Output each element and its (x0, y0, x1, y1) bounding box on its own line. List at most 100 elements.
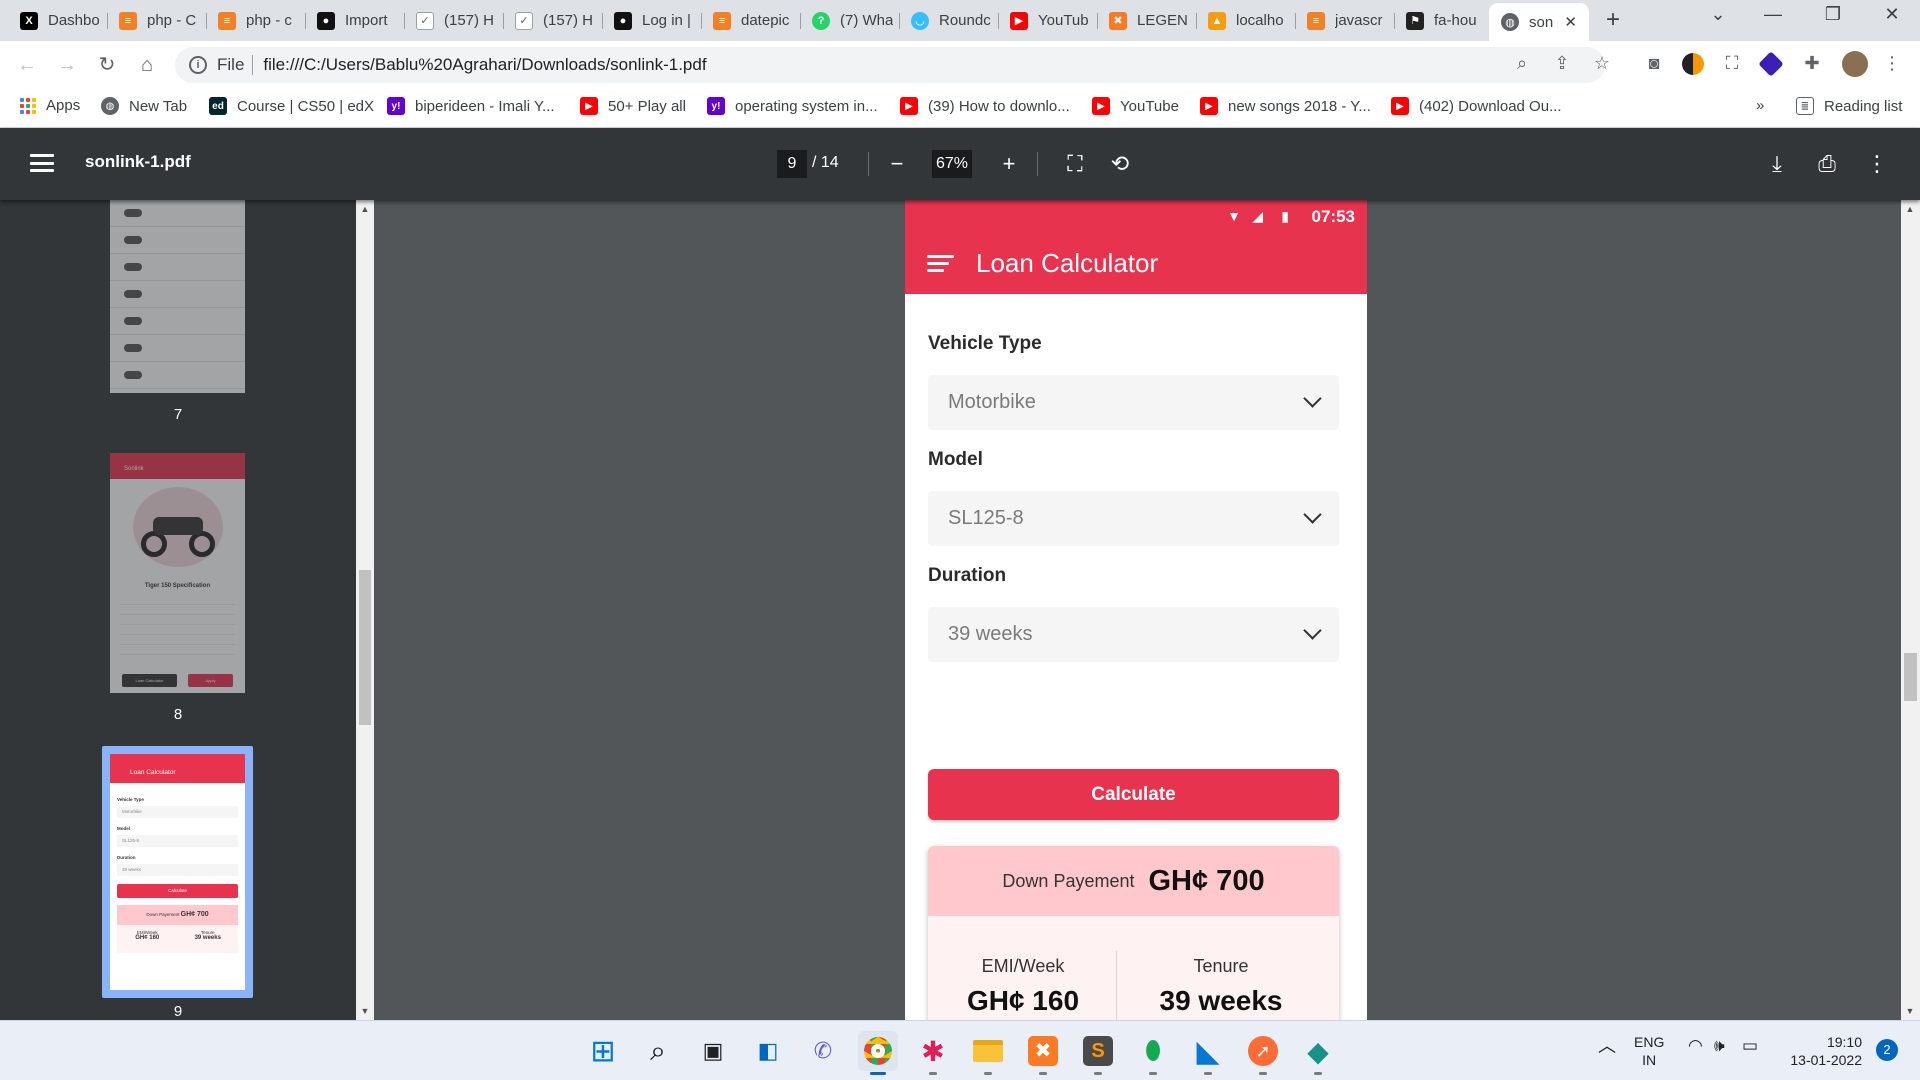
document-scrollbar[interactable]: ▲ ▼ (1901, 200, 1920, 1020)
browser-tab[interactable]: ◡ Roundc (899, 5, 998, 36)
browser-tab[interactable]: ≡ php - C (107, 5, 206, 36)
duration-value: 39 weeks (948, 623, 1033, 645)
sublime-text-icon[interactable]: S (1078, 1031, 1118, 1075)
bookmarks-overflow-button[interactable]: » (1756, 97, 1764, 114)
bookmark-item[interactable]: y! biperideen - Imali Y... (387, 97, 555, 115)
xampp-icon[interactable]: ✖ (1023, 1031, 1063, 1075)
tab-search-icon[interactable]: ⌄ (1698, 4, 1738, 25)
scrollbar-thumb[interactable] (1904, 653, 1917, 701)
extensions-puzzle-icon[interactable]: ✚ (1798, 49, 1826, 77)
gitkraken-icon[interactable]: ◆ (1298, 1031, 1338, 1075)
thumbnail-page-7[interactable] (110, 200, 245, 393)
chrome-icon[interactable] (858, 1031, 898, 1075)
duration-select[interactable]: 39 weeks (928, 607, 1339, 662)
print-icon[interactable]: ⎙ (1812, 150, 1842, 178)
bookmark-apps[interactable]: Apps (20, 97, 80, 114)
thumbnail-page-8[interactable]: Sonlink Tiger 150 Specification Loan Cal… (110, 453, 245, 693)
page-number-input[interactable]: 9 (777, 150, 807, 178)
notification-badge[interactable]: 2 (1876, 1039, 1898, 1061)
bookmark-item[interactable]: ed Course | CS50 | edX (209, 97, 374, 115)
home-icon[interactable]: ⌂ (132, 51, 162, 79)
browser-tab[interactable]: ≡ javascr (1295, 5, 1394, 36)
bookmark-item[interactable]: ▶ YouTube (1092, 97, 1179, 115)
teams-chat-icon[interactable]: ✆ (803, 1031, 843, 1071)
bookmark-item[interactable]: ◍ New Tab (101, 97, 187, 115)
zoom-out-icon[interactable]: − (882, 150, 912, 178)
calculate-button[interactable]: Calculate (928, 769, 1339, 820)
show-hidden-icons[interactable]: ︿ (1598, 1037, 1616, 1055)
reload-icon[interactable]: ↻ (92, 51, 122, 79)
browser-tab[interactable]: ● Log in | (602, 5, 701, 36)
fit-page-icon[interactable]: ⛶ (1060, 150, 1090, 178)
pdf-more-icon[interactable]: ⋮ (1862, 150, 1892, 178)
browser-tab-active[interactable]: ◍ son ✕ (1489, 3, 1589, 41)
volume-icon[interactable]: 🕪 (1714, 1037, 1725, 1055)
widgets-icon[interactable]: ◧ (748, 1031, 788, 1071)
language-indicator[interactable]: ENG IN (1634, 1033, 1664, 1069)
back-icon[interactable]: ← (12, 51, 42, 79)
windows-start-icon[interactable]: ⊞ (583, 1031, 623, 1071)
scroll-down-icon[interactable]: ▼ (359, 1006, 371, 1016)
browser-tab[interactable]: ● Import (305, 5, 404, 36)
bookmark-star-icon[interactable]: ☆ (1588, 49, 1616, 77)
zoom-icon[interactable]: ⌕ (1508, 49, 1536, 77)
slack-icon[interactable]: ✱ (913, 1031, 953, 1075)
bookmark-item[interactable]: ▶ (39) How to downlo... (900, 97, 1070, 115)
sidebar-scrollbar[interactable]: ▲ ▼ (356, 200, 374, 1020)
browser-tab[interactable]: ▲ localho (1196, 5, 1295, 36)
browser-tab[interactable]: ≡ datepic (701, 5, 800, 36)
share-icon[interactable]: ⇪ (1548, 49, 1576, 77)
close-tab-icon[interactable]: ✕ (1558, 13, 1583, 31)
camera-extension-icon[interactable]: ◙ (1640, 49, 1668, 77)
pdf-menu-icon[interactable] (30, 154, 54, 172)
scroll-up-icon[interactable]: ▲ (1904, 204, 1916, 214)
reading-list-button[interactable]: ≣ Reading list (1796, 97, 1902, 115)
forward-icon[interactable]: → (52, 51, 82, 79)
model-select[interactable]: SL125-8 (928, 491, 1339, 546)
browser-tab[interactable]: ✖ LEGEN (1097, 5, 1196, 36)
minimize-icon[interactable]: — (1753, 4, 1793, 25)
thumbnail-page-9[interactable]: Loan Calculator Vehicle Type Motorbike M… (110, 754, 245, 990)
scroll-up-icon[interactable]: ▲ (359, 204, 371, 214)
scroll-down-icon[interactable]: ▼ (1904, 1006, 1916, 1016)
extension-icon[interactable] (1682, 53, 1704, 75)
browser-tab[interactable]: ⚑ fa-hou (1394, 5, 1493, 36)
zoom-in-icon[interactable]: + (994, 150, 1024, 178)
url-text[interactable]: file:///C:/Users/Bablu%20Agrahari/Downlo… (263, 55, 706, 75)
menu-icon[interactable] (927, 255, 954, 273)
bookmark-item[interactable]: y! operating system in... (707, 97, 878, 115)
extension-icon[interactable] (1758, 51, 1784, 77)
postman-icon[interactable]: ➚ (1243, 1031, 1283, 1075)
vehicle-type-select[interactable]: Motorbike (928, 375, 1339, 430)
browser-tab[interactable]: ≡ php - c (206, 5, 305, 36)
profile-avatar[interactable] (1842, 51, 1868, 77)
browser-tab[interactable]: ✓ (157) H (503, 5, 602, 36)
wifi-icon[interactable]: ◠ (1688, 1037, 1703, 1055)
browser-tab[interactable]: ✓ (157) H (404, 5, 503, 36)
clock[interactable]: 19:10 13-01-2022 (1780, 1033, 1862, 1069)
browser-tab[interactable]: ▶ YouTub (998, 5, 1097, 36)
new-tab-button[interactable]: + (1598, 6, 1628, 34)
battery-icon[interactable]: ▭ (1742, 1037, 1758, 1055)
bookmark-item[interactable]: ▶ new songs 2018 - Y... (1200, 97, 1371, 115)
thumbnail-number: 7 (173, 406, 183, 423)
task-view-icon[interactable]: ▣ (693, 1031, 733, 1071)
file-explorer-icon[interactable] (968, 1031, 1008, 1075)
rotate-icon[interactable]: ⟲ (1105, 150, 1135, 178)
vscode-icon[interactable]: ◣ (1188, 1031, 1228, 1075)
address-bar[interactable]: i File file:///C:/Users/Bablu%20Agrahari… (175, 47, 1605, 83)
mongodb-compass-icon[interactable]: ⬮ (1133, 1031, 1173, 1075)
bookmark-item[interactable]: ▶ (402) Download Ou... (1391, 97, 1562, 115)
browser-menu-icon[interactable]: ⋮ (1878, 49, 1906, 77)
zoom-level-input[interactable]: 67% (932, 150, 972, 178)
browser-tab[interactable]: ? (7) Wha (800, 5, 899, 36)
scrollbar-thumb[interactable] (359, 570, 371, 725)
screenshot-extension-icon[interactable]: ⛶ (1718, 49, 1746, 77)
close-window-icon[interactable]: ✕ (1872, 4, 1912, 25)
restore-icon[interactable]: ❐ (1813, 4, 1853, 25)
browser-tab[interactable]: X Dashbo (8, 5, 107, 36)
search-icon[interactable]: ⌕ (638, 1031, 678, 1071)
bookmark-item[interactable]: ▶ 50+ Play all (580, 97, 686, 115)
download-icon[interactable]: ⤓ (1762, 150, 1792, 178)
info-icon[interactable]: i (189, 56, 207, 74)
